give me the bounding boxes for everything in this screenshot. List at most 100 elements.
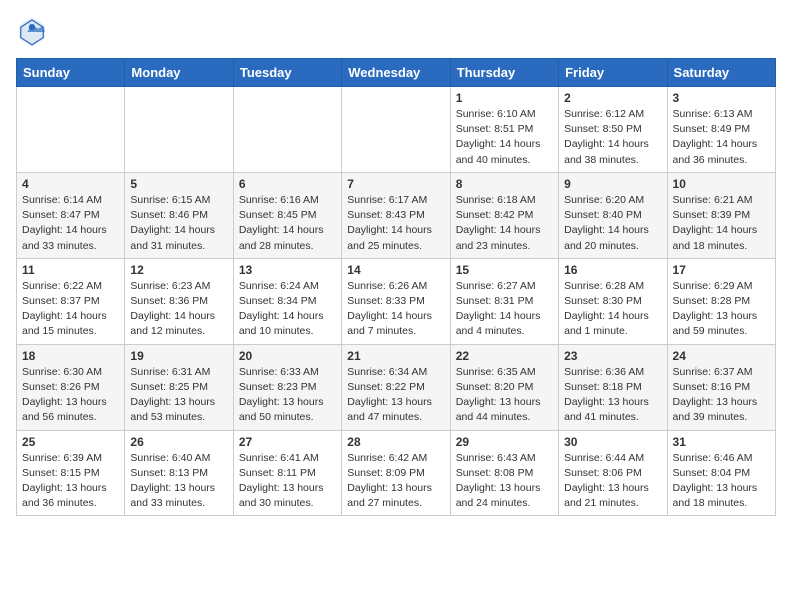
- day-number: 31: [673, 435, 770, 449]
- week-row: 4 Sunrise: 6:14 AM Sunset: 8:47 PM Daylig…: [17, 172, 776, 258]
- calendar-table: SundayMondayTuesdayWednesdayThursdayFrid…: [16, 58, 776, 516]
- calendar-cell: [17, 87, 125, 173]
- calendar-cell: 26Sunrise: 6:40 AM Sunset: 8:13 PM Dayli…: [125, 430, 233, 516]
- calendar-cell: 28Sunrise: 6:42 AM Sunset: 8:09 PM Dayli…: [342, 430, 450, 516]
- day-info: Sunrise: 6:36 AM Sunset: 8:18 PM Dayligh…: [564, 365, 661, 426]
- day-info: Sunrise: 6:46 AM Sunset: 8:04 PM Dayligh…: [673, 451, 770, 512]
- day-info: Sunrise: 6:31 AM Sunset: 8:25 PM Dayligh…: [130, 365, 227, 426]
- calendar-cell: 6 Sunrise: 6:16 AM Sunset: 8:45 PM Daylig…: [233, 172, 341, 258]
- day-number: 12: [130, 263, 227, 277]
- day-number: 4: [22, 177, 119, 191]
- day-info: Sunrise: 6:33 AM Sunset: 8:23 PM Dayligh…: [239, 365, 336, 426]
- day-number: 2: [564, 91, 661, 105]
- week-row: 18Sunrise: 6:30 AM Sunset: 8:26 PM Dayli…: [17, 344, 776, 430]
- calendar-cell: [342, 87, 450, 173]
- calendar-cell: 25 Sunrise: 6:39 AM Sunset: 8:15 PM Dayli…: [17, 430, 125, 516]
- day-number: 19: [130, 349, 227, 363]
- calendar-cell: 27 Sunrise: 6:41 AM Sunset: 8:11 PM Dayli…: [233, 430, 341, 516]
- day-header: Wednesday: [342, 59, 450, 87]
- calendar-cell: 30 Sunrise: 6:44 AM Sunset: 8:06 PM Dayli…: [559, 430, 667, 516]
- calendar-cell: [233, 87, 341, 173]
- day-number: 7: [347, 177, 444, 191]
- day-info: Sunrise: 6:30 AM Sunset: 8:26 PM Dayligh…: [22, 365, 119, 426]
- day-number: 6: [239, 177, 336, 191]
- calendar-cell: 20 Sunrise: 6:33 AM Sunset: 8:23 PM Dayli…: [233, 344, 341, 430]
- day-number: 9: [564, 177, 661, 191]
- day-info: Sunrise: 6:28 AM Sunset: 8:30 PM Dayligh…: [564, 279, 661, 340]
- day-number: 26: [130, 435, 227, 449]
- calendar-cell: 23 Sunrise: 6:36 AM Sunset: 8:18 PM Dayli…: [559, 344, 667, 430]
- calendar-cell: 2 Sunrise: 6:12 AM Sunset: 8:50 PM Daylig…: [559, 87, 667, 173]
- day-number: 28: [347, 435, 444, 449]
- day-info: Sunrise: 6:29 AM Sunset: 8:28 PM Dayligh…: [673, 279, 770, 340]
- day-info: Sunrise: 6:13 AM Sunset: 8:49 PM Dayligh…: [673, 107, 770, 168]
- day-number: 8: [456, 177, 553, 191]
- day-info: Sunrise: 6:12 AM Sunset: 8:50 PM Dayligh…: [564, 107, 661, 168]
- day-info: Sunrise: 6:23 AM Sunset: 8:36 PM Dayligh…: [130, 279, 227, 340]
- calendar-cell: 29Sunrise: 6:43 AM Sunset: 8:08 PM Dayli…: [450, 430, 558, 516]
- day-info: Sunrise: 6:10 AM Sunset: 8:51 PM Dayligh…: [456, 107, 553, 168]
- day-number: 10: [673, 177, 770, 191]
- day-info: Sunrise: 6:27 AM Sunset: 8:31 PM Dayligh…: [456, 279, 553, 340]
- calendar-cell: 13 Sunrise: 6:24 AM Sunset: 8:34 PM Dayli…: [233, 258, 341, 344]
- day-number: 15: [456, 263, 553, 277]
- day-number: 24: [673, 349, 770, 363]
- calendar-cell: 11 Sunrise: 6:22 AM Sunset: 8:37 PM Dayli…: [17, 258, 125, 344]
- day-info: Sunrise: 6:39 AM Sunset: 8:15 PM Dayligh…: [22, 451, 119, 512]
- day-number: 25: [22, 435, 119, 449]
- calendar-cell: 19 Sunrise: 6:31 AM Sunset: 8:25 PM Dayli…: [125, 344, 233, 430]
- header-row: SundayMondayTuesdayWednesdayThursdayFrid…: [17, 59, 776, 87]
- day-info: Sunrise: 6:15 AM Sunset: 8:46 PM Dayligh…: [130, 193, 227, 254]
- logo: [16, 16, 52, 48]
- day-info: Sunrise: 6:41 AM Sunset: 8:11 PM Dayligh…: [239, 451, 336, 512]
- day-info: Sunrise: 6:26 AM Sunset: 8:33 PM Dayligh…: [347, 279, 444, 340]
- calendar-cell: 16 Sunrise: 6:28 AM Sunset: 8:30 PM Dayli…: [559, 258, 667, 344]
- day-header: Friday: [559, 59, 667, 87]
- day-number: 29: [456, 435, 553, 449]
- day-info: Sunrise: 6:14 AM Sunset: 8:47 PM Dayligh…: [22, 193, 119, 254]
- day-number: 21: [347, 349, 444, 363]
- day-number: 20: [239, 349, 336, 363]
- calendar-cell: 18Sunrise: 6:30 AM Sunset: 8:26 PM Dayli…: [17, 344, 125, 430]
- calendar-cell: [125, 87, 233, 173]
- day-info: Sunrise: 6:17 AM Sunset: 8:43 PM Dayligh…: [347, 193, 444, 254]
- calendar-cell: 21 Sunrise: 6:34 AM Sunset: 8:22 PM Dayli…: [342, 344, 450, 430]
- day-number: 5: [130, 177, 227, 191]
- day-info: Sunrise: 6:35 AM Sunset: 8:20 PM Dayligh…: [456, 365, 553, 426]
- week-row: 1 Sunrise: 6:10 AM Sunset: 8:51 PM Daylig…: [17, 87, 776, 173]
- calendar-cell: 31 Sunrise: 6:46 AM Sunset: 8:04 PM Dayli…: [667, 430, 775, 516]
- calendar-cell: 17 Sunrise: 6:29 AM Sunset: 8:28 PM Dayli…: [667, 258, 775, 344]
- day-header: Saturday: [667, 59, 775, 87]
- day-header: Thursday: [450, 59, 558, 87]
- day-info: Sunrise: 6:44 AM Sunset: 8:06 PM Dayligh…: [564, 451, 661, 512]
- day-info: Sunrise: 6:34 AM Sunset: 8:22 PM Dayligh…: [347, 365, 444, 426]
- calendar-cell: 10 Sunrise: 6:21 AM Sunset: 8:39 PM Dayli…: [667, 172, 775, 258]
- day-header: Tuesday: [233, 59, 341, 87]
- calendar-cell: 9 Sunrise: 6:20 AM Sunset: 8:40 PM Daylig…: [559, 172, 667, 258]
- day-info: Sunrise: 6:22 AM Sunset: 8:37 PM Dayligh…: [22, 279, 119, 340]
- calendar-cell: 12 Sunrise: 6:23 AM Sunset: 8:36 PM Dayli…: [125, 258, 233, 344]
- day-info: Sunrise: 6:37 AM Sunset: 8:16 PM Dayligh…: [673, 365, 770, 426]
- day-number: 1: [456, 91, 553, 105]
- day-number: 30: [564, 435, 661, 449]
- day-info: Sunrise: 6:20 AM Sunset: 8:40 PM Dayligh…: [564, 193, 661, 254]
- day-number: 17: [673, 263, 770, 277]
- day-info: Sunrise: 6:18 AM Sunset: 8:42 PM Dayligh…: [456, 193, 553, 254]
- day-number: 11: [22, 263, 119, 277]
- day-header: Monday: [125, 59, 233, 87]
- day-number: 3: [673, 91, 770, 105]
- calendar-cell: 15 Sunrise: 6:27 AM Sunset: 8:31 PM Dayli…: [450, 258, 558, 344]
- day-number: 27: [239, 435, 336, 449]
- week-row: 25 Sunrise: 6:39 AM Sunset: 8:15 PM Dayli…: [17, 430, 776, 516]
- calendar-cell: 3 Sunrise: 6:13 AM Sunset: 8:49 PM Daylig…: [667, 87, 775, 173]
- page-header: [16, 16, 776, 48]
- day-number: 16: [564, 263, 661, 277]
- calendar-cell: 1 Sunrise: 6:10 AM Sunset: 8:51 PM Daylig…: [450, 87, 558, 173]
- day-number: 13: [239, 263, 336, 277]
- day-info: Sunrise: 6:16 AM Sunset: 8:45 PM Dayligh…: [239, 193, 336, 254]
- calendar-cell: 5 Sunrise: 6:15 AM Sunset: 8:46 PM Daylig…: [125, 172, 233, 258]
- day-info: Sunrise: 6:24 AM Sunset: 8:34 PM Dayligh…: [239, 279, 336, 340]
- day-number: 14: [347, 263, 444, 277]
- day-info: Sunrise: 6:21 AM Sunset: 8:39 PM Dayligh…: [673, 193, 770, 254]
- day-number: 23: [564, 349, 661, 363]
